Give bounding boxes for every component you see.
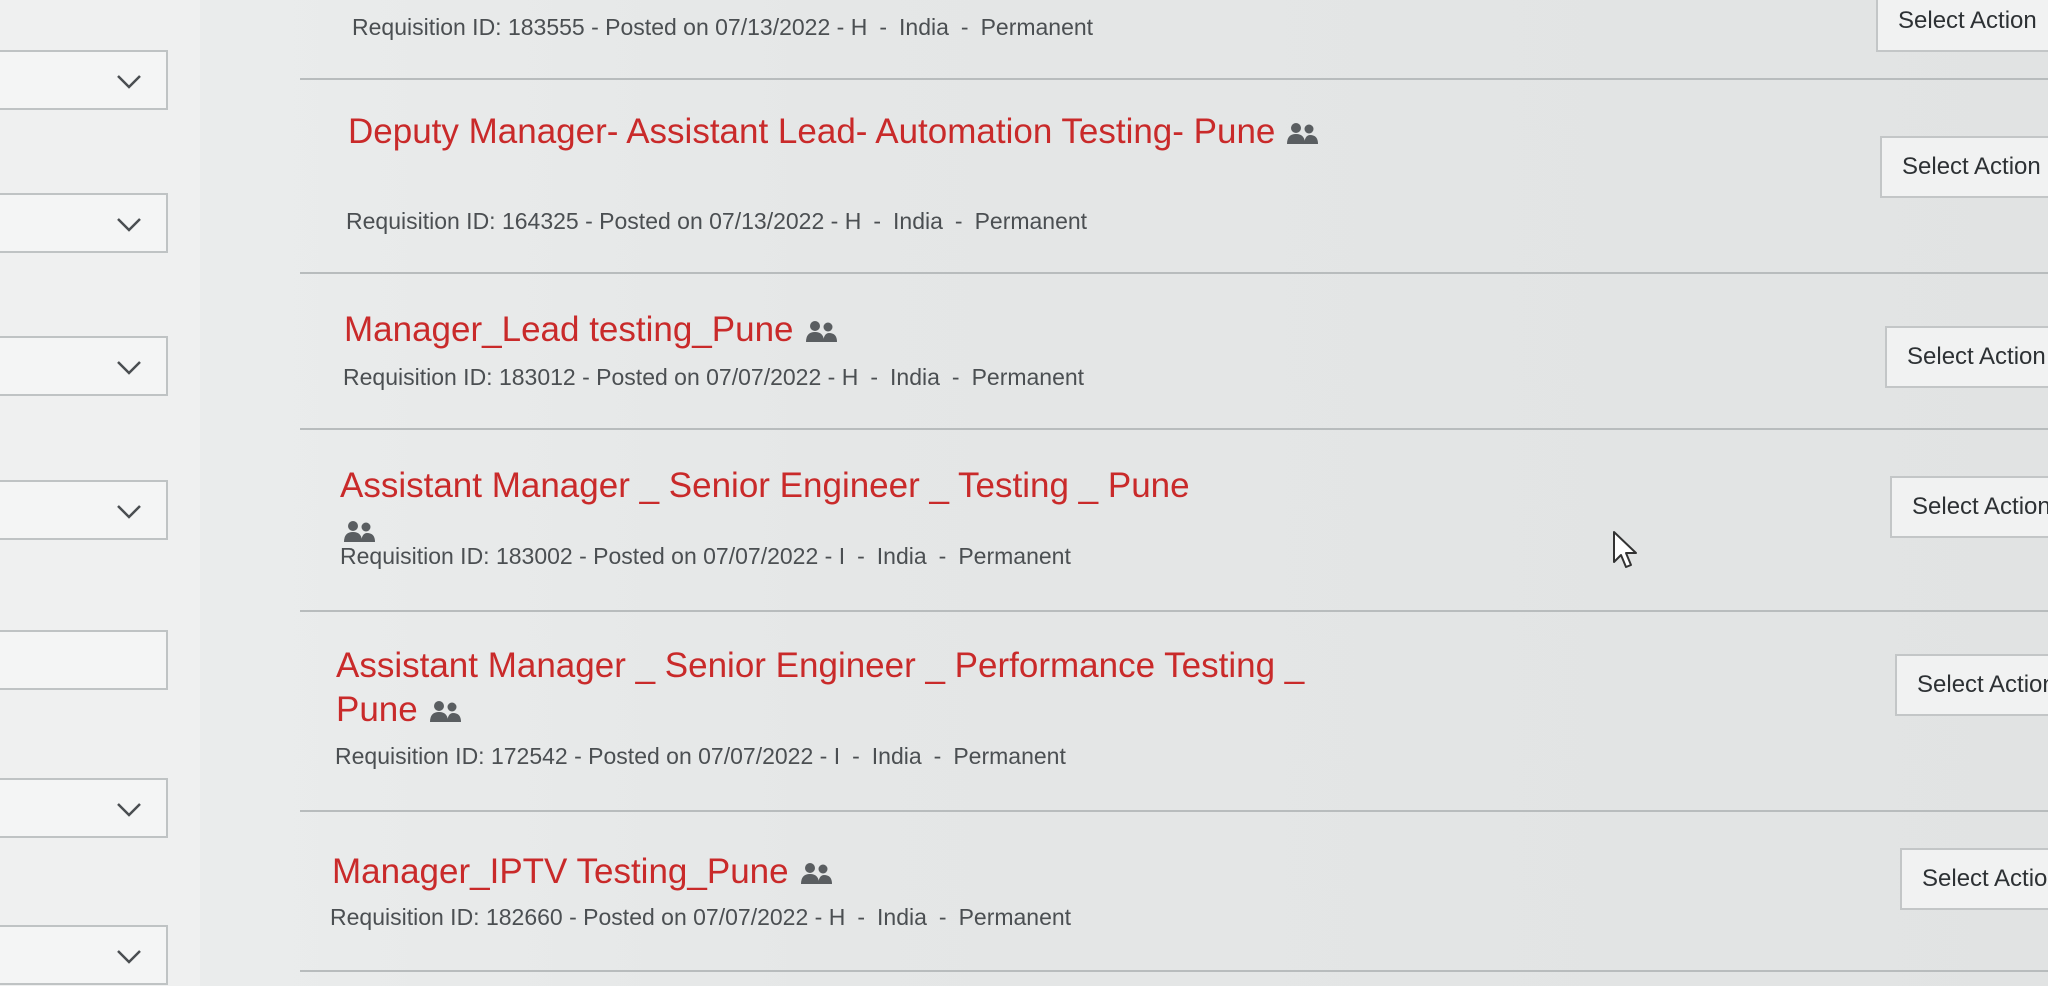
requisition-id: Requisition ID: 183555	[352, 14, 585, 40]
row-divider	[300, 272, 2048, 274]
chevron-down-icon	[114, 352, 144, 382]
employment-type: Permanent	[953, 743, 1066, 769]
requisition-id: Requisition ID: 172542	[335, 743, 568, 769]
job-type: I	[833, 743, 841, 769]
job-title-link-1[interactable]: Deputy Manager- Assistant Lead- Automati…	[348, 110, 1328, 154]
filter-dropdown-3[interactable]	[0, 336, 168, 396]
chevron-down-icon	[114, 209, 144, 239]
job-country: India	[890, 364, 940, 390]
posted-date: Posted on 07/07/2022	[596, 364, 822, 390]
posted-date: Posted on 07/13/2022	[605, 14, 831, 40]
job-title-link-3[interactable]: Assistant Manager _ Senior Engineer _ Te…	[340, 464, 1320, 552]
select-action-button-3[interactable]: Select Action	[1890, 476, 2048, 538]
filter-sidebar	[0, 0, 200, 986]
job-title-text[interactable]: Assistant Manager _ Senior Engineer _ Pe…	[336, 646, 1304, 729]
chevron-down-icon	[114, 66, 144, 96]
job-type: H	[841, 364, 859, 390]
posted-date: Posted on 07/07/2022	[588, 743, 814, 769]
job-country: India	[877, 904, 927, 930]
job-meta-5: Requisition ID: 182660 - Posted on 07/07…	[330, 904, 1072, 930]
chevron-down-icon	[114, 496, 144, 526]
filter-dropdown-7[interactable]	[0, 925, 168, 985]
job-meta-2: Requisition ID: 183012 - Posted on 07/07…	[343, 364, 1085, 390]
select-action-button-4[interactable]: Select Action	[1895, 654, 2048, 716]
requisition-id: Requisition ID: 183012	[343, 364, 576, 390]
row-divider	[300, 78, 2048, 80]
select-action-button-5[interactable]: Select Action	[1900, 848, 2048, 910]
row-divider	[300, 810, 2048, 812]
requisition-id: Requisition ID: 183002	[340, 543, 573, 569]
job-title-link-4[interactable]: Assistant Manager _ Senior Engineer _ Pe…	[336, 644, 1316, 732]
row-divider	[300, 610, 2048, 612]
job-title-text[interactable]: Manager_Lead testing_Pune	[344, 310, 794, 349]
job-type: H	[850, 14, 868, 40]
job-country: India	[876, 543, 927, 569]
employment-type: Permanent	[958, 543, 1071, 569]
job-title-link-2[interactable]: Manager_Lead testing_Pune	[344, 308, 1324, 352]
job-type: H	[844, 208, 862, 234]
job-meta-0: Requisition ID: 183555 - Posted on 07/13…	[352, 14, 1094, 40]
employment-type: Permanent	[971, 364, 1085, 390]
job-title-text[interactable]: Manager_IPTV Testing_Pune	[332, 852, 789, 891]
job-meta-3: Requisition ID: 183002 - Posted on 07/07…	[340, 543, 1071, 569]
job-title-text[interactable]: Deputy Manager- Assistant Lead- Automati…	[348, 112, 1275, 151]
people-icon	[428, 700, 462, 724]
chevron-down-icon	[114, 941, 144, 971]
job-results-list: Requisition ID: 183555 - Posted on 07/13…	[300, 0, 2048, 986]
posted-date: Posted on 07/07/2022	[593, 543, 819, 569]
chevron-down-icon	[114, 794, 144, 824]
job-title-text[interactable]: Assistant Manager _ Senior Engineer _ Te…	[340, 466, 1190, 505]
job-meta-1: Requisition ID: 164325 - Posted on 07/13…	[346, 208, 1088, 234]
job-country: India	[893, 208, 943, 234]
filter-dropdown-1[interactable]	[0, 50, 168, 110]
filter-dropdown-4[interactable]	[0, 480, 168, 540]
requisition-id: Requisition ID: 164325	[346, 208, 579, 234]
people-icon	[1285, 122, 1319, 146]
employment-type: Permanent	[980, 14, 1094, 40]
row-divider	[300, 428, 2048, 430]
row-divider	[300, 970, 2048, 972]
employment-type: Permanent	[974, 208, 1088, 234]
select-action-button-2[interactable]: Select Action	[1885, 326, 2048, 388]
mouse-cursor-icon	[1612, 530, 1640, 570]
job-meta-4: Requisition ID: 172542 - Posted on 07/07…	[335, 743, 1066, 769]
requisition-id: Requisition ID: 182660	[330, 904, 563, 930]
select-action-button-0[interactable]: Select Action	[1876, 0, 2048, 52]
posted-date: Posted on 07/07/2022	[583, 904, 809, 930]
filter-dropdown-2[interactable]	[0, 193, 168, 253]
job-country: India	[899, 14, 949, 40]
screen: Requisition ID: 183555 - Posted on 07/13…	[0, 0, 2048, 986]
select-action-button-1[interactable]: Select Action	[1880, 136, 2048, 198]
people-icon	[799, 862, 833, 886]
people-icon	[804, 320, 838, 344]
filter-dropdown-6[interactable]	[0, 778, 168, 838]
job-type: H	[828, 904, 846, 930]
filter-dropdown-5[interactable]	[0, 630, 168, 690]
employment-type: Permanent	[958, 904, 1072, 930]
job-title-link-5[interactable]: Manager_IPTV Testing_Pune	[332, 850, 1312, 894]
posted-date: Posted on 07/13/2022	[599, 208, 825, 234]
job-type: I	[838, 543, 846, 569]
job-country: India	[871, 743, 922, 769]
